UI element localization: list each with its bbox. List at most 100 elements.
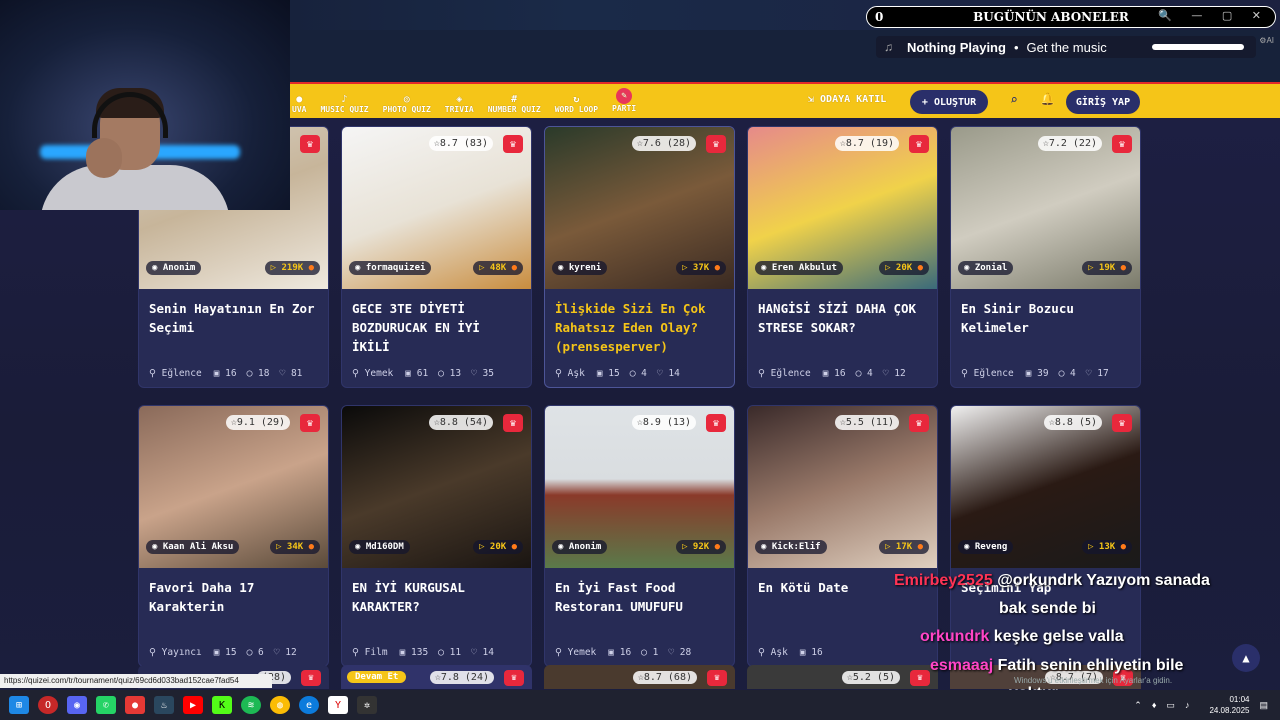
whatsapp-icon[interactable]: ✆	[96, 696, 116, 714]
quiz-card[interactable]: ☆5.5 (11) ♛ ◉ Kick:Elif ▷ 17K ● En Kötü …	[747, 405, 938, 667]
chat-user: Emirbey2525	[894, 572, 993, 589]
settings-icon[interactable]: ✲	[357, 696, 377, 714]
partial-card[interactable]: ☆8.7 (68) ♛	[544, 665, 735, 689]
quiz-card[interactable]: ☆8.8 (54) ♛ ◉ Md160DM ▷ 20K ● EN İYİ KUR…	[341, 405, 532, 667]
nav-item-parti[interactable]: ✎ PARTI	[612, 87, 637, 113]
quiz-title[interactable]: GECE 3TE DİYETİ BOZDURUCAK EN İYİ İKİLİ	[352, 299, 522, 356]
opera-icon[interactable]: O	[38, 696, 58, 714]
category-label[interactable]: ⚲ Yemek	[352, 368, 393, 379]
steam-icon[interactable]: ♨	[154, 696, 174, 714]
fire-icon: ●	[308, 263, 314, 273]
scroll-to-top-button[interactable]: ▲	[1232, 644, 1260, 672]
quiz-title[interactable]: HANGİSİ SİZİ DAHA ÇOK STRESE SOKAR?	[758, 299, 928, 337]
question-count: ▣ 15	[213, 647, 237, 658]
fire-icon: ●	[1120, 263, 1126, 273]
window-controls[interactable]: 🔍 — ▢ ✕	[1158, 9, 1269, 22]
speaker-icon[interactable]: ♪	[1185, 700, 1190, 710]
quiz-title[interactable]: Favori Daha 17 Karakterin	[149, 578, 319, 616]
play-count: ▷ 48K ●	[473, 261, 523, 275]
quiz-card[interactable]: ☆8.7 (19) ♛ ◉ Eren Akbulut ▷ 20K ● HANGİ…	[747, 126, 938, 388]
windows-start-icon[interactable]: ⊞	[9, 696, 29, 714]
fire-icon: ●	[511, 542, 517, 552]
crown-icon: ♛	[910, 670, 930, 686]
spotify-icon[interactable]: ≋	[241, 696, 261, 714]
nav-item-uva[interactable]: ● UVA	[292, 94, 306, 114]
category-label[interactable]: ⚲ Aşk	[758, 647, 788, 658]
quiz-title[interactable]: En Sinir Bozucu Kelimeler	[961, 299, 1131, 337]
join-room-link[interactable]: ⇲ ODAYA KATIL	[808, 94, 886, 105]
clock[interactable]: 01:04 24.08.2025	[1199, 694, 1249, 716]
quiz-card[interactable]: ☆8.7 (83) ♛ ◉ formaquizei ▷ 48K ● GECE 3…	[341, 126, 532, 388]
crown-icon: ♛	[909, 135, 929, 153]
comment-count: ◯ 1	[641, 647, 659, 658]
nav-label: PARTI	[612, 103, 637, 113]
notification-icon[interactable]: ▤	[1259, 700, 1268, 711]
create-button[interactable]: + OLUŞTUR	[910, 90, 988, 114]
quiz-card[interactable]: ☆7.6 (28) ♛ ◉ kyreni ▷ 37K ● İlişkide Si…	[544, 126, 735, 388]
chrome-icon[interactable]: ◍	[270, 696, 290, 714]
record-icon[interactable]: ●	[125, 696, 145, 714]
category-label[interactable]: ⚲ Aşk	[555, 368, 585, 379]
author-badge[interactable]: ◉ Eren Akbulut	[755, 261, 843, 275]
music-icon: ♪	[341, 93, 348, 105]
crown-icon: ♛	[1112, 135, 1132, 153]
category-label[interactable]: ⚲ Yemek	[555, 647, 596, 658]
continue-badge[interactable]: Devam Et	[347, 671, 407, 683]
quiz-card[interactable]: ☆8.9 (13) ♛ ◉ Anonim ▷ 92K ● En İyi Fast…	[544, 405, 735, 667]
author-badge[interactable]: ◉ Anonim	[552, 540, 608, 554]
category-label[interactable]: ⚲ Eğlence	[961, 368, 1014, 379]
mic-icon[interactable]: ♦	[1152, 700, 1157, 710]
login-button[interactable]: GİRİŞ YAP	[1066, 90, 1140, 114]
rating-badge: ☆7.8 (24)	[429, 671, 494, 684]
kick-icon[interactable]: K	[212, 696, 232, 714]
quiz-title[interactable]: EN İYİ KURGUSAL KARAKTER?	[352, 578, 522, 616]
play-count: ▷ 92K ●	[676, 540, 726, 554]
author-badge[interactable]: ◉ Anonim	[146, 261, 202, 275]
partial-card[interactable]: Devam Et ☆7.8 (24) ♛	[341, 665, 532, 689]
play-count: ▷ 20K ●	[879, 261, 929, 275]
quiz-card[interactable]: ☆7.2 (22) ♛ ◉ Zonial ▷ 19K ● En Sinir Bo…	[950, 126, 1141, 388]
nav-label: MUSIC QUIZ	[320, 104, 369, 114]
quiz-title[interactable]: En İyi Fast Food Restoranı UMUFUFU	[555, 578, 725, 616]
author-badge[interactable]: ◉ Zonial	[958, 261, 1014, 275]
chat-message: @orkundrk Yazıyom sanada	[997, 572, 1210, 589]
author-badge[interactable]: ◉ Kaan Ali Aksu	[146, 540, 240, 554]
chevron-up-icon[interactable]: ⌃	[1134, 700, 1142, 711]
crown-icon: ♛	[707, 670, 727, 686]
partial-card[interactable]: ☆5.2 (5) ♛	[747, 665, 938, 689]
rating-badge: ☆9.1 (29)	[225, 415, 290, 430]
loop-icon: ↻	[573, 93, 580, 105]
bell-icon[interactable]: 🔔	[1040, 92, 1055, 106]
crown-icon: ♛	[1112, 414, 1132, 432]
author-badge[interactable]: ◉ Md160DM	[349, 540, 410, 554]
author-badge[interactable]: ◉ kyreni	[552, 261, 608, 275]
taskbar: ⊞ O ◉ ✆ ● ♨ ▶ K ≋ ◍ e Y ✲ ⌃ ♦ ▭ ♪ 01:04 2…	[0, 690, 1280, 720]
nav-item-music-quiz[interactable]: ♪ MUSIC QUIZ	[320, 93, 369, 114]
play-count: ▷ 19K ●	[1082, 261, 1132, 275]
category-label[interactable]: ⚲ Yayıncı	[149, 647, 202, 658]
edge-icon[interactable]: e	[299, 696, 319, 714]
author-badge[interactable]: ◉ Reveng	[958, 540, 1014, 554]
author-badge[interactable]: ◉ formaquizei	[349, 261, 432, 275]
crown-icon: ♛	[504, 670, 524, 686]
category-label[interactable]: ⚲ Eğlence	[149, 368, 202, 379]
quiz-title[interactable]: İlişkide Sizi En Çok Rahatsız Eden Olay?…	[555, 299, 725, 356]
youtube-icon[interactable]: ▶	[183, 696, 203, 714]
network-icon[interactable]: ▭	[1166, 700, 1175, 711]
fire-icon: ●	[714, 263, 720, 273]
site-nav: ● UVA ♪ MUSIC QUIZ ◎ PHOTO QUIZ ◈ TRIVIA # NU…	[290, 82, 1280, 118]
nav-item-trivia[interactable]: ◈ TRIVIA	[445, 94, 474, 114]
category-label[interactable]: ⚲ Film	[352, 647, 388, 658]
author-badge[interactable]: ◉ Kick:Elif	[755, 540, 827, 554]
quiz-title[interactable]: Senin Hayatının En Zor Seçimi	[149, 299, 319, 337]
nav-item-word-loop[interactable]: ↻ WORD LOOP	[555, 93, 598, 114]
quiz-card[interactable]: ☆9.1 (29) ♛ ◉ Kaan Ali Aksu ▷ 34K ● Favo…	[138, 405, 329, 667]
nav-item-number-quiz[interactable]: # NUMBER QUIZ	[488, 94, 541, 114]
nav-item-photo-quiz[interactable]: ◎ PHOTO QUIZ	[383, 94, 431, 114]
yandex-icon[interactable]: Y	[328, 696, 348, 714]
search-icon[interactable]: ⌕	[1010, 93, 1018, 108]
like-count: ♡ 12	[273, 647, 297, 658]
discord-icon[interactable]: ◉	[67, 696, 87, 714]
music-widget: ♫ Nothing Playing • Get the music	[876, 36, 1256, 58]
category-label[interactable]: ⚲ Eğlence	[758, 368, 811, 379]
